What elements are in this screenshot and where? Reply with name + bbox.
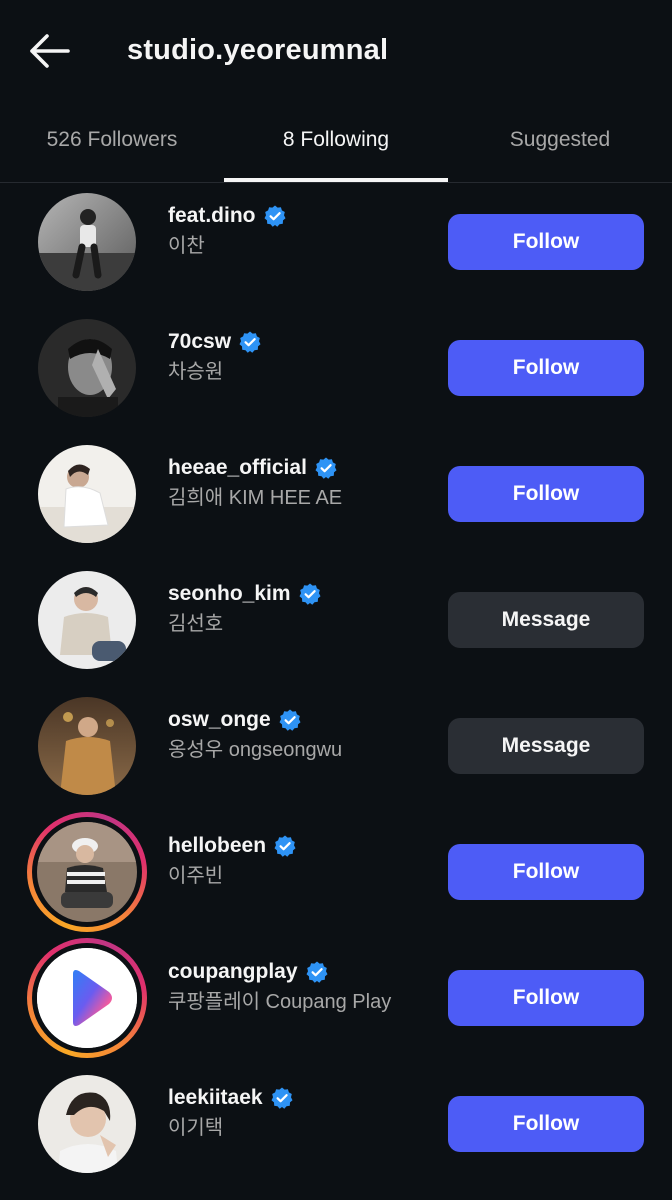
username[interactable]: seonho_kim (168, 582, 291, 606)
username[interactable]: coupangplay (168, 960, 298, 984)
tab-following[interactable]: 8 Following (224, 100, 448, 180)
verified-badge-icon (306, 961, 328, 983)
full-name: 쿠팡플레이 Coupang Play (168, 991, 392, 1013)
verified-badge-icon (274, 835, 296, 857)
follow-button[interactable]: Follow (448, 1096, 644, 1152)
full-name: 차승원 (168, 361, 224, 383)
avatar[interactable] (27, 812, 147, 932)
full-name: 김희애 KIM HEE AE (168, 487, 343, 509)
message-button[interactable]: Message (448, 718, 644, 774)
username[interactable]: feat.dino (168, 204, 256, 228)
verified-badge-icon (239, 331, 261, 353)
username[interactable]: hellobeen (168, 834, 266, 858)
back-button[interactable] (26, 30, 72, 72)
full-name: 이주빈 (168, 865, 224, 887)
list-item[interactable]: 70csw 차승원 Follow (0, 308, 672, 434)
full-name: 김선호 (168, 613, 224, 635)
list-item[interactable]: seonho_kim 김선호 Message (0, 560, 672, 686)
arrow-left-icon (30, 34, 70, 68)
username[interactable]: heeae_official (168, 456, 307, 480)
verified-badge-icon (315, 457, 337, 479)
list-item[interactable]: leekiitaek 이기택 Follow (0, 1064, 672, 1190)
avatar[interactable] (37, 696, 137, 796)
coupang-play-logo-icon (37, 948, 137, 1048)
avatar[interactable] (37, 192, 137, 292)
story-ring (27, 938, 147, 1058)
avatar[interactable] (37, 318, 137, 418)
list-item[interactable]: feat.dino 이찬 Follow (0, 182, 672, 308)
follow-button[interactable]: Follow (448, 970, 644, 1026)
avatar[interactable] (37, 570, 137, 670)
follow-button[interactable]: Follow (448, 214, 644, 270)
story-ring (27, 812, 147, 932)
list-item[interactable]: coupangplay 쿠팡플레이 Coupang Play Follow (0, 938, 672, 1064)
full-name: 이찬 (168, 235, 205, 257)
top-bar: studio.yeoreumnal (0, 0, 672, 100)
username[interactable]: osw_onge (168, 708, 271, 732)
username[interactable]: leekiitaek (168, 1086, 263, 1110)
list-item[interactable]: heeae_official 김희애 KIM HEE AE Follow (0, 434, 672, 560)
verified-badge-icon (271, 1087, 293, 1109)
avatar[interactable] (27, 938, 147, 1058)
tab-followers[interactable]: 526 Followers (0, 100, 224, 180)
avatar[interactable] (37, 444, 137, 544)
tab-bar: 526 Followers 8 Following Suggested (0, 100, 672, 183)
message-button[interactable]: Message (448, 592, 644, 648)
verified-badge-icon (299, 583, 321, 605)
verified-badge-icon (279, 709, 301, 731)
verified-badge-icon (264, 205, 285, 227)
avatar[interactable] (37, 1074, 137, 1174)
full-name: 옹성우 ongseongwu (168, 739, 343, 761)
follow-button[interactable]: Follow (448, 340, 644, 396)
full-name: 이기택 (168, 1117, 224, 1139)
list-item[interactable]: osw_onge 옹성우 ongseongwu Message (0, 686, 672, 812)
page-title: studio.yeoreumnal (127, 34, 389, 66)
follow-button[interactable]: Follow (448, 844, 644, 900)
follow-button[interactable]: Follow (448, 466, 644, 522)
list-item[interactable]: hellobeen 이주빈 Follow (0, 812, 672, 938)
username[interactable]: 70csw (168, 330, 231, 354)
tab-suggested[interactable]: Suggested (448, 100, 672, 180)
